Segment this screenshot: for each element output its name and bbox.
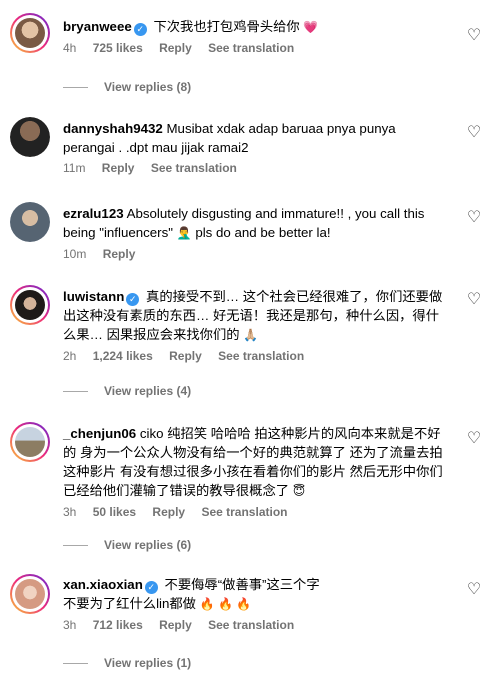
comment-meta: 3h 50 likes Reply See translation (63, 505, 448, 519)
reply-button[interactable]: Reply (102, 161, 135, 175)
comment-body-end: pls do and be better la! (191, 225, 331, 240)
divider (63, 545, 88, 547)
heart-outline-icon[interactable]: ♡ (466, 582, 482, 598)
comment-body: 下次我也打包鸡骨头给你 (153, 19, 300, 34)
reply-button[interactable]: Reply (169, 349, 202, 363)
view-replies-button[interactable]: View replies (1) (63, 656, 191, 670)
username[interactable]: ezralu123 (63, 206, 124, 221)
avatar[interactable] (10, 285, 50, 325)
emoji: 🙏🏼 (243, 328, 259, 342)
reply-button[interactable]: Reply (159, 618, 192, 632)
view-replies-button[interactable]: View replies (4) (63, 384, 191, 398)
comment-text-line-2: 不要为了红什么lin都做 🔥 🔥 🔥 (63, 594, 448, 614)
comment-body-2: 不要为了红什么lin都做 (63, 596, 196, 611)
heart-outline-icon[interactable]: ♡ (466, 28, 482, 44)
divider (63, 391, 88, 393)
timestamp: 4h (63, 41, 77, 55)
comment-meta: 4h 725 likes Reply See translation (63, 41, 448, 55)
timestamp: 3h (63, 618, 77, 632)
likes-count[interactable]: 1,224 likes (93, 349, 153, 363)
see-translation-button[interactable]: See translation (218, 349, 304, 363)
view-replies-label: View replies (8) (104, 80, 192, 94)
divider (63, 663, 88, 665)
avatar[interactable] (10, 13, 50, 53)
view-replies-label: View replies (6) (104, 538, 192, 552)
username[interactable]: luwistann (63, 289, 124, 304)
username[interactable]: _chenjun06 (63, 426, 136, 441)
likes-count[interactable]: 725 likes (93, 41, 143, 55)
verified-badge-icon: ✓ (144, 581, 158, 594)
comment-text: bryanweee ✓ 下次我也打包鸡骨头给你 💗 (63, 17, 448, 37)
view-replies-button[interactable]: View replies (8) (63, 80, 191, 94)
comment-text: xan.xiaoxian ✓ 不要侮辱“做善事”这三个字 (63, 575, 448, 594)
see-translation-button[interactable]: See translation (208, 41, 294, 55)
see-translation-button[interactable]: See translation (208, 618, 294, 632)
timestamp: 2h (63, 349, 77, 363)
see-translation-button[interactable]: See translation (201, 505, 287, 519)
verified-badge-icon: ✓ (126, 293, 140, 306)
timestamp: 10m (63, 247, 87, 261)
likes-count[interactable]: 712 likes (93, 618, 143, 632)
reply-button[interactable]: Reply (152, 505, 185, 519)
avatar[interactable] (10, 422, 50, 462)
username[interactable]: bryanweee (63, 19, 132, 34)
comment-meta: 3h 712 likes Reply See translation (63, 618, 448, 632)
heart-outline-icon[interactable]: ♡ (466, 125, 482, 141)
view-replies-label: View replies (1) (104, 656, 192, 670)
comment-meta: 10m Reply (63, 247, 448, 261)
timestamp: 3h (63, 505, 77, 519)
verified-badge-icon: ✓ (133, 23, 147, 36)
emoji: 🔥 🔥 🔥 (199, 597, 252, 611)
comment-text: ezralu123 Absolutely disgusting and imma… (63, 204, 448, 243)
comment-text: luwistann ✓ 真的接受不到… 这个社会已经很难了，你们还要做出这种没有素… (63, 287, 448, 345)
reply-button[interactable]: Reply (159, 41, 192, 55)
emoji: 💗 (303, 20, 319, 34)
comment-text: dannyshah9432 Musibat xdak adap baruaa p… (63, 119, 448, 157)
avatar[interactable] (10, 117, 50, 157)
username[interactable]: dannyshah9432 (63, 121, 163, 136)
see-translation-button[interactable]: See translation (151, 161, 237, 175)
username[interactable]: xan.xiaoxian (63, 577, 143, 592)
heart-outline-icon[interactable]: ♡ (466, 431, 482, 447)
reply-button[interactable]: Reply (103, 247, 136, 261)
emoji: 😇 (292, 484, 306, 498)
avatar[interactable] (10, 202, 50, 242)
view-replies-button[interactable]: View replies (6) (63, 538, 191, 552)
emoji: 🤦‍♂️ (176, 226, 192, 240)
heart-outline-icon[interactable]: ♡ (466, 292, 482, 308)
likes-count[interactable]: 50 likes (93, 505, 136, 519)
comment-body: 不要侮辱“做善事”这三个字 (164, 577, 320, 592)
avatar[interactable] (10, 574, 50, 614)
comment-meta: 11m Reply See translation (63, 161, 448, 175)
comment-text: _chenjun06 ciko 纯招笑 哈哈哈 拍这种影片的风向本来就是不好的 … (63, 424, 448, 501)
divider (63, 87, 88, 89)
heart-outline-icon[interactable]: ♡ (466, 210, 482, 226)
timestamp: 11m (63, 161, 86, 175)
view-replies-label: View replies (4) (104, 384, 192, 398)
comment-meta: 2h 1,224 likes Reply See translation (63, 349, 448, 363)
